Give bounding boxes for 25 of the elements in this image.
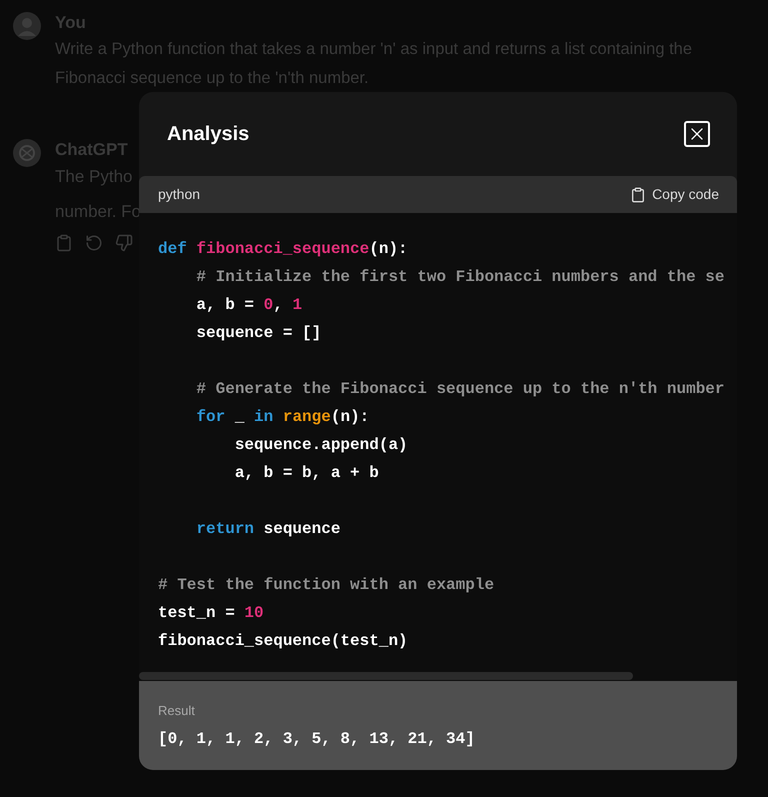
language-label: python: [158, 185, 200, 204]
copy-icon[interactable]: [55, 234, 73, 252]
code-line: a, b = b, a + b: [234, 463, 380, 484]
clipboard-icon: [630, 186, 646, 202]
code-line: def fibonacci_sequence(n):: [158, 239, 409, 260]
thumbs-down-icon[interactable]: [115, 234, 133, 252]
code-line: sequence.append(a): [234, 435, 409, 456]
code-line: sequence = []: [195, 323, 322, 344]
close-button[interactable]: [684, 121, 710, 147]
logo-icon: [13, 139, 41, 167]
code-line: # Generate the Fibonacci sequence up to the n'th number: [195, 379, 726, 400]
code-line: for _ in range(n):: [195, 407, 370, 428]
result-value: [0, 1, 1, 2, 3, 5, 8, 13, 21, 34]: [158, 728, 476, 750]
code-line: test_n = 10: [158, 603, 265, 624]
result-label: Result: [158, 702, 196, 720]
code-line: # Test the function with an example: [158, 575, 496, 596]
code-line: return sequence: [195, 519, 342, 540]
regenerate-icon[interactable]: [85, 234, 103, 252]
code-line: fibonacci_sequence(test_n): [158, 631, 409, 652]
code-line: # Initialize the first two Fibonacci numbers and the se: [195, 267, 726, 288]
scrollbar[interactable]: [139, 672, 633, 680]
copy-code-button[interactable]: Copy code: [630, 184, 719, 205]
code-line: a, b = 0, 1: [195, 295, 304, 316]
avatar: [13, 12, 41, 40]
dialog-title: Analysis: [167, 122, 250, 147]
